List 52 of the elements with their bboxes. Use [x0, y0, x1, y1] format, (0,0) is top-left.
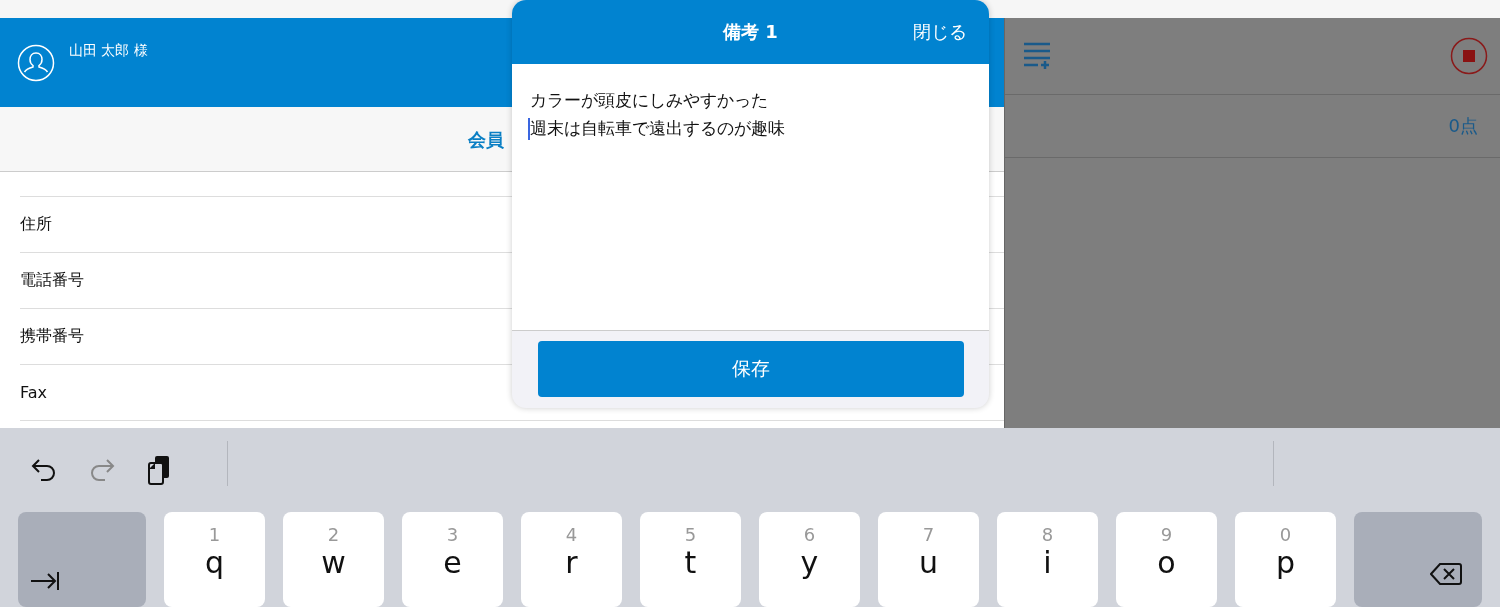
- note-text: カラーが頭皮にしみやすかった: [530, 90, 768, 110]
- key-label: y: [800, 545, 819, 581]
- key-label: o: [1157, 545, 1176, 581]
- key-hint: 1: [208, 524, 221, 545]
- note-text: 週末は自転車で遠出するのが趣味: [530, 118, 785, 138]
- text-cursor: [528, 118, 530, 140]
- key-hint: 9: [1160, 524, 1173, 545]
- key-hint: 7: [922, 524, 935, 545]
- key-label: u: [919, 545, 938, 581]
- row-label: Fax: [20, 382, 47, 402]
- save-button[interactable]: 保存: [537, 341, 964, 397]
- letter-key[interactable]: 9 o: [1116, 512, 1217, 607]
- close-button[interactable]: 閉じる: [913, 20, 967, 44]
- letter-key[interactable]: 2 w: [283, 512, 384, 607]
- list-add-icon[interactable]: [1023, 40, 1051, 71]
- letter-key[interactable]: 7 u: [878, 512, 979, 607]
- key-label: e: [443, 545, 462, 581]
- key-label: r: [565, 545, 578, 581]
- dialog-title: 備考 1: [723, 20, 778, 44]
- letter-key[interactable]: 5 t: [640, 512, 741, 607]
- key-hint: 0: [1279, 524, 1292, 545]
- key-hint: 6: [803, 524, 816, 545]
- key-hint: 8: [1041, 524, 1054, 545]
- letter-key[interactable]: 3 e: [402, 512, 503, 607]
- key-hint: 3: [446, 524, 459, 545]
- note-field[interactable]: カラーが頭皮にしみやすかった 週末は自転車で遠出するのが趣味: [512, 64, 989, 331]
- key-label: p: [1275, 545, 1295, 581]
- user-avatar-icon[interactable]: [17, 43, 55, 82]
- row-label: 住所: [20, 213, 52, 235]
- customer-name: 山田 太郎 様: [69, 41, 148, 60]
- row-label: 電話番号: [20, 269, 84, 291]
- tab-icon: [30, 570, 60, 592]
- key-label: w: [321, 545, 346, 581]
- backspace-key[interactable]: [1354, 512, 1482, 607]
- key-hint: 5: [684, 524, 697, 545]
- letter-key[interactable]: 1 q: [164, 512, 265, 607]
- letter-key[interactable]: 8 i: [997, 512, 1098, 607]
- key-label: i: [1043, 545, 1052, 581]
- key-hint: 2: [327, 524, 340, 545]
- letter-key[interactable]: 4 r: [521, 512, 622, 607]
- key-hint: 4: [565, 524, 578, 545]
- undo-icon[interactable]: [30, 457, 58, 483]
- points-value: 0点: [1448, 113, 1478, 138]
- section-title: 会員: [468, 127, 504, 152]
- backspace-icon: [1430, 562, 1462, 586]
- redo-icon[interactable]: [88, 457, 116, 483]
- key-label: q: [204, 545, 224, 581]
- row-label: 携帯番号: [20, 325, 84, 347]
- letter-key[interactable]: 6 y: [759, 512, 860, 607]
- letter-key[interactable]: 0 p: [1235, 512, 1336, 607]
- stop-icon[interactable]: [1450, 36, 1488, 75]
- key-label: t: [684, 545, 697, 581]
